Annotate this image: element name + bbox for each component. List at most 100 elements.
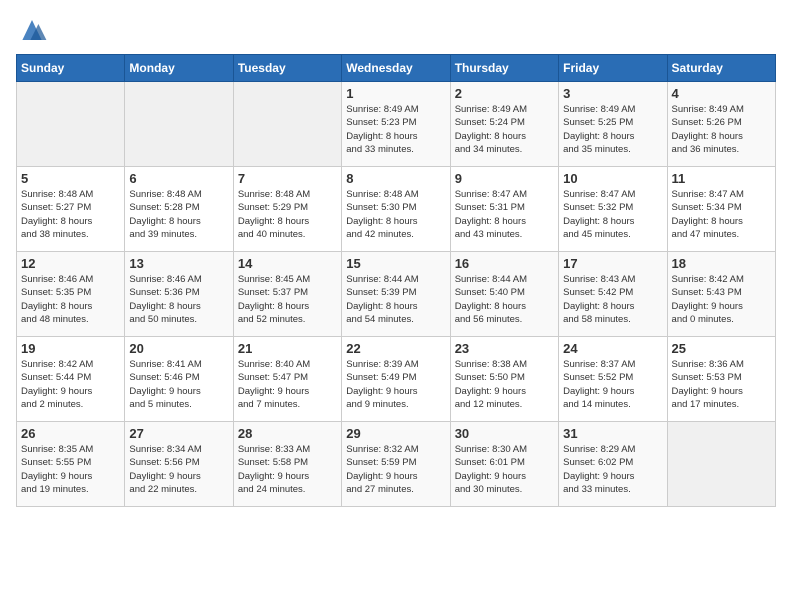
day-info: Sunrise: 8:40 AM Sunset: 5:47 PM Dayligh…	[238, 358, 337, 411]
day-number: 15	[346, 256, 445, 271]
day-info: Sunrise: 8:48 AM Sunset: 5:29 PM Dayligh…	[238, 188, 337, 241]
day-info: Sunrise: 8:47 AM Sunset: 5:34 PM Dayligh…	[672, 188, 771, 241]
logo-icon	[16, 16, 48, 44]
calendar-cell: 5 Sunrise: 8:48 AM Sunset: 5:27 PM Daylig…	[17, 167, 125, 252]
day-info: Sunrise: 8:46 AM Sunset: 5:35 PM Dayligh…	[21, 273, 120, 326]
calendar-cell: 1 Sunrise: 8:49 AM Sunset: 5:23 PM Daylig…	[342, 82, 450, 167]
calendar-cell: 31Sunrise: 8:29 AM Sunset: 6:02 PM Dayli…	[559, 422, 667, 507]
day-info: Sunrise: 8:49 AM Sunset: 5:25 PM Dayligh…	[563, 103, 662, 156]
calendar-cell: 9Sunrise: 8:47 AM Sunset: 5:31 PM Daylig…	[450, 167, 558, 252]
day-number: 2	[455, 86, 554, 101]
day-info: Sunrise: 8:38 AM Sunset: 5:50 PM Dayligh…	[455, 358, 554, 411]
calendar-week-1: 1 Sunrise: 8:49 AM Sunset: 5:23 PM Daylig…	[17, 82, 776, 167]
calendar-cell	[233, 82, 341, 167]
day-number: 3	[563, 86, 662, 101]
calendar-cell: 15 Sunrise: 8:44 AM Sunset: 5:39 PM Dayli…	[342, 252, 450, 337]
calendar-cell: 3 Sunrise: 8:49 AM Sunset: 5:25 PM Daylig…	[559, 82, 667, 167]
day-number: 27	[129, 426, 228, 441]
calendar-table: SundayMondayTuesdayWednesdayThursdayFrid…	[16, 54, 776, 507]
day-number: 25	[672, 341, 771, 356]
header-day-saturday: Saturday	[667, 55, 775, 82]
calendar-cell: 2 Sunrise: 8:49 AM Sunset: 5:24 PM Daylig…	[450, 82, 558, 167]
calendar-header-row: SundayMondayTuesdayWednesdayThursdayFrid…	[17, 55, 776, 82]
day-number: 29	[346, 426, 445, 441]
header-day-tuesday: Tuesday	[233, 55, 341, 82]
day-info: Sunrise: 8:45 AM Sunset: 5:37 PM Dayligh…	[238, 273, 337, 326]
calendar-cell	[667, 422, 775, 507]
header-day-monday: Monday	[125, 55, 233, 82]
day-number: 22	[346, 341, 445, 356]
day-number: 6	[129, 171, 228, 186]
day-info: Sunrise: 8:44 AM Sunset: 5:39 PM Dayligh…	[346, 273, 445, 326]
calendar-cell: 23 Sunrise: 8:38 AM Sunset: 5:50 PM Dayli…	[450, 337, 558, 422]
calendar-cell: 12 Sunrise: 8:46 AM Sunset: 5:35 PM Dayli…	[17, 252, 125, 337]
calendar-cell: 19Sunrise: 8:42 AM Sunset: 5:44 PM Dayli…	[17, 337, 125, 422]
calendar-cell: 21 Sunrise: 8:40 AM Sunset: 5:47 PM Dayli…	[233, 337, 341, 422]
day-info: Sunrise: 8:29 AM Sunset: 6:02 PM Dayligh…	[563, 443, 662, 496]
day-number: 24	[563, 341, 662, 356]
calendar-cell: 25 Sunrise: 8:36 AM Sunset: 5:53 PM Dayli…	[667, 337, 775, 422]
calendar-cell: 18 Sunrise: 8:42 AM Sunset: 5:43 PM Dayli…	[667, 252, 775, 337]
day-info: Sunrise: 8:46 AM Sunset: 5:36 PM Dayligh…	[129, 273, 228, 326]
day-number: 1	[346, 86, 445, 101]
day-info: Sunrise: 8:33 AM Sunset: 5:58 PM Dayligh…	[238, 443, 337, 496]
calendar-body: 1 Sunrise: 8:49 AM Sunset: 5:23 PM Daylig…	[17, 82, 776, 507]
calendar-cell: 6 Sunrise: 8:48 AM Sunset: 5:28 PM Daylig…	[125, 167, 233, 252]
day-info: Sunrise: 8:42 AM Sunset: 5:43 PM Dayligh…	[672, 273, 771, 326]
day-number: 28	[238, 426, 337, 441]
day-number: 11	[672, 171, 771, 186]
calendar-cell: 20Sunrise: 8:41 AM Sunset: 5:46 PM Dayli…	[125, 337, 233, 422]
calendar-cell: 10Sunrise: 8:47 AM Sunset: 5:32 PM Dayli…	[559, 167, 667, 252]
day-info: Sunrise: 8:41 AM Sunset: 5:46 PM Dayligh…	[129, 358, 228, 411]
calendar-cell	[125, 82, 233, 167]
page-header	[16, 16, 776, 44]
day-number: 13	[129, 256, 228, 271]
day-number: 12	[21, 256, 120, 271]
day-info: Sunrise: 8:47 AM Sunset: 5:32 PM Dayligh…	[563, 188, 662, 241]
header-day-thursday: Thursday	[450, 55, 558, 82]
calendar-cell: 29 Sunrise: 8:32 AM Sunset: 5:59 PM Dayli…	[342, 422, 450, 507]
calendar-cell: 24 Sunrise: 8:37 AM Sunset: 5:52 PM Dayli…	[559, 337, 667, 422]
calendar-week-3: 12 Sunrise: 8:46 AM Sunset: 5:35 PM Dayli…	[17, 252, 776, 337]
day-info: Sunrise: 8:48 AM Sunset: 5:27 PM Dayligh…	[21, 188, 120, 241]
day-number: 17	[563, 256, 662, 271]
day-info: Sunrise: 8:47 AM Sunset: 5:31 PM Dayligh…	[455, 188, 554, 241]
calendar-week-5: 26Sunrise: 8:35 AM Sunset: 5:55 PM Dayli…	[17, 422, 776, 507]
day-info: Sunrise: 8:48 AM Sunset: 5:28 PM Dayligh…	[129, 188, 228, 241]
day-number: 30	[455, 426, 554, 441]
calendar-cell: 14 Sunrise: 8:45 AM Sunset: 5:37 PM Dayli…	[233, 252, 341, 337]
calendar-cell: 7Sunrise: 8:48 AM Sunset: 5:29 PM Daylig…	[233, 167, 341, 252]
day-number: 18	[672, 256, 771, 271]
calendar-week-2: 5 Sunrise: 8:48 AM Sunset: 5:27 PM Daylig…	[17, 167, 776, 252]
calendar-cell: 27 Sunrise: 8:34 AM Sunset: 5:56 PM Dayli…	[125, 422, 233, 507]
day-number: 21	[238, 341, 337, 356]
day-info: Sunrise: 8:49 AM Sunset: 5:23 PM Dayligh…	[346, 103, 445, 156]
day-number: 4	[672, 86, 771, 101]
calendar-cell: 16Sunrise: 8:44 AM Sunset: 5:40 PM Dayli…	[450, 252, 558, 337]
header-day-wednesday: Wednesday	[342, 55, 450, 82]
calendar-cell: 28 Sunrise: 8:33 AM Sunset: 5:58 PM Dayli…	[233, 422, 341, 507]
day-number: 5	[21, 171, 120, 186]
logo	[16, 16, 52, 44]
calendar-cell	[17, 82, 125, 167]
day-info: Sunrise: 8:30 AM Sunset: 6:01 PM Dayligh…	[455, 443, 554, 496]
header-day-sunday: Sunday	[17, 55, 125, 82]
day-number: 23	[455, 341, 554, 356]
header-day-friday: Friday	[559, 55, 667, 82]
day-info: Sunrise: 8:37 AM Sunset: 5:52 PM Dayligh…	[563, 358, 662, 411]
day-info: Sunrise: 8:34 AM Sunset: 5:56 PM Dayligh…	[129, 443, 228, 496]
day-info: Sunrise: 8:44 AM Sunset: 5:40 PM Dayligh…	[455, 273, 554, 326]
day-info: Sunrise: 8:36 AM Sunset: 5:53 PM Dayligh…	[672, 358, 771, 411]
calendar-cell: 22 Sunrise: 8:39 AM Sunset: 5:49 PM Dayli…	[342, 337, 450, 422]
calendar-cell: 4 Sunrise: 8:49 AM Sunset: 5:26 PM Daylig…	[667, 82, 775, 167]
calendar-cell: 26Sunrise: 8:35 AM Sunset: 5:55 PM Dayli…	[17, 422, 125, 507]
day-info: Sunrise: 8:32 AM Sunset: 5:59 PM Dayligh…	[346, 443, 445, 496]
day-number: 14	[238, 256, 337, 271]
day-info: Sunrise: 8:49 AM Sunset: 5:26 PM Dayligh…	[672, 103, 771, 156]
calendar-cell: 13 Sunrise: 8:46 AM Sunset: 5:36 PM Dayli…	[125, 252, 233, 337]
day-info: Sunrise: 8:49 AM Sunset: 5:24 PM Dayligh…	[455, 103, 554, 156]
calendar-cell: 17Sunrise: 8:43 AM Sunset: 5:42 PM Dayli…	[559, 252, 667, 337]
calendar-cell: 8Sunrise: 8:48 AM Sunset: 5:30 PM Daylig…	[342, 167, 450, 252]
calendar-week-4: 19Sunrise: 8:42 AM Sunset: 5:44 PM Dayli…	[17, 337, 776, 422]
day-info: Sunrise: 8:39 AM Sunset: 5:49 PM Dayligh…	[346, 358, 445, 411]
